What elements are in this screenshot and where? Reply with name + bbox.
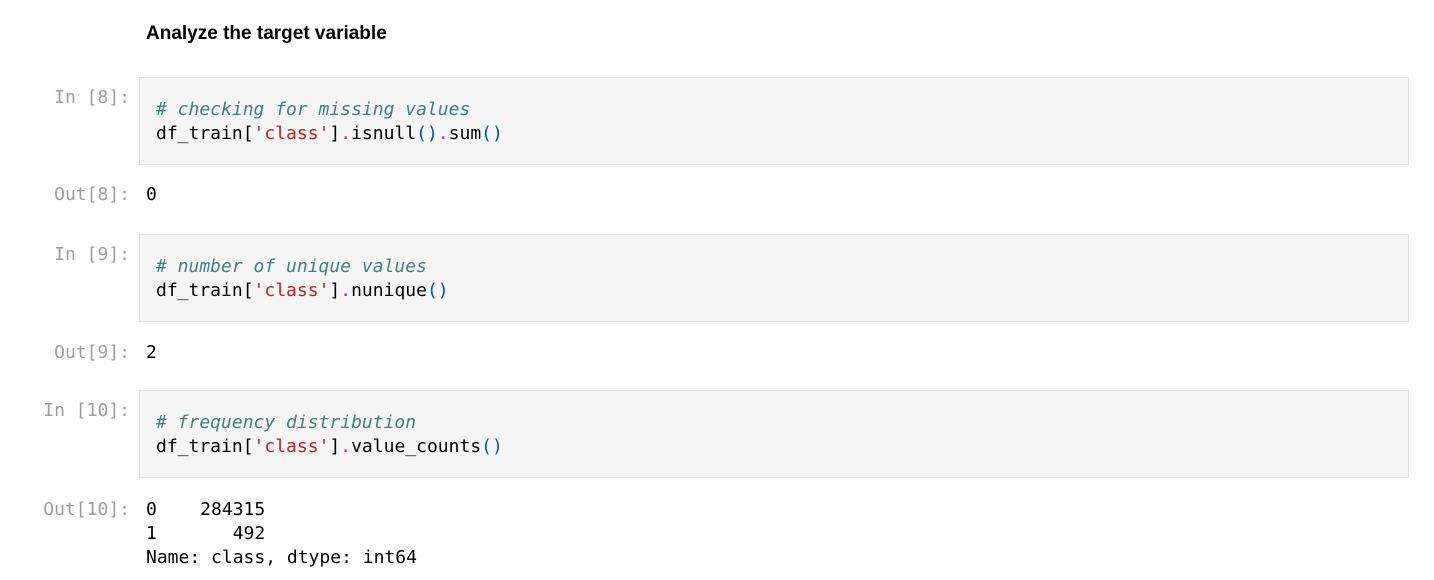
code-comment: # number of unique values — [156, 256, 427, 277]
input-prompt: In [9]: — [54, 244, 130, 265]
code-token: ] — [329, 280, 341, 301]
output-line: 0 284315 — [146, 499, 266, 520]
code-token: df_train[ — [156, 280, 254, 301]
code-string: 'class' — [253, 436, 330, 457]
cell-output: 0 — [146, 184, 157, 205]
markdown-heading: Analyze the target variable — [146, 23, 387, 44]
cell-output: 2 — [146, 342, 157, 363]
code-token: df_train[ — [156, 436, 254, 457]
code-paren: () — [416, 123, 438, 144]
code-token: ] — [329, 436, 341, 457]
code-comment: # frequency distribution — [156, 412, 417, 433]
code-editor[interactable]: # number of unique values df_train['clas… — [139, 234, 1409, 322]
code-token: ] — [329, 123, 341, 144]
input-prompt: In [10]: — [43, 400, 130, 421]
code-string: 'class' — [253, 123, 330, 144]
code-token: df_train[ — [156, 123, 254, 144]
code-comment: # checking for missing values — [156, 99, 471, 120]
output-prompt: Out[8]: — [54, 184, 130, 205]
input-prompt: In [8]: — [54, 87, 130, 108]
code-method: nunique — [351, 280, 427, 301]
code-editor[interactable]: # checking for missing values df_train['… — [139, 77, 1409, 165]
code-paren: () — [426, 280, 449, 301]
output-line: 1 492 — [146, 523, 266, 544]
code-string: 'class' — [253, 280, 330, 301]
code-paren: () — [481, 436, 503, 457]
code-editor[interactable]: # frequency distribution df_train['class… — [139, 390, 1409, 478]
code-method: isnull — [351, 123, 417, 144]
code-method: value_counts — [351, 436, 482, 457]
output-prompt: Out[10]: — [43, 499, 130, 520]
code-operator: . — [340, 280, 352, 301]
code-operator: . — [340, 123, 352, 144]
code-operator: . — [340, 436, 352, 457]
cell-output: 0 284315 1 492 Name: class, dtype: int64 — [146, 498, 417, 570]
output-prompt: Out[9]: — [54, 342, 130, 363]
code-paren: () — [481, 123, 503, 144]
code-method: sum — [448, 123, 482, 144]
code-operator: . — [437, 123, 449, 144]
output-line: Name: class, dtype: int64 — [146, 547, 417, 568]
